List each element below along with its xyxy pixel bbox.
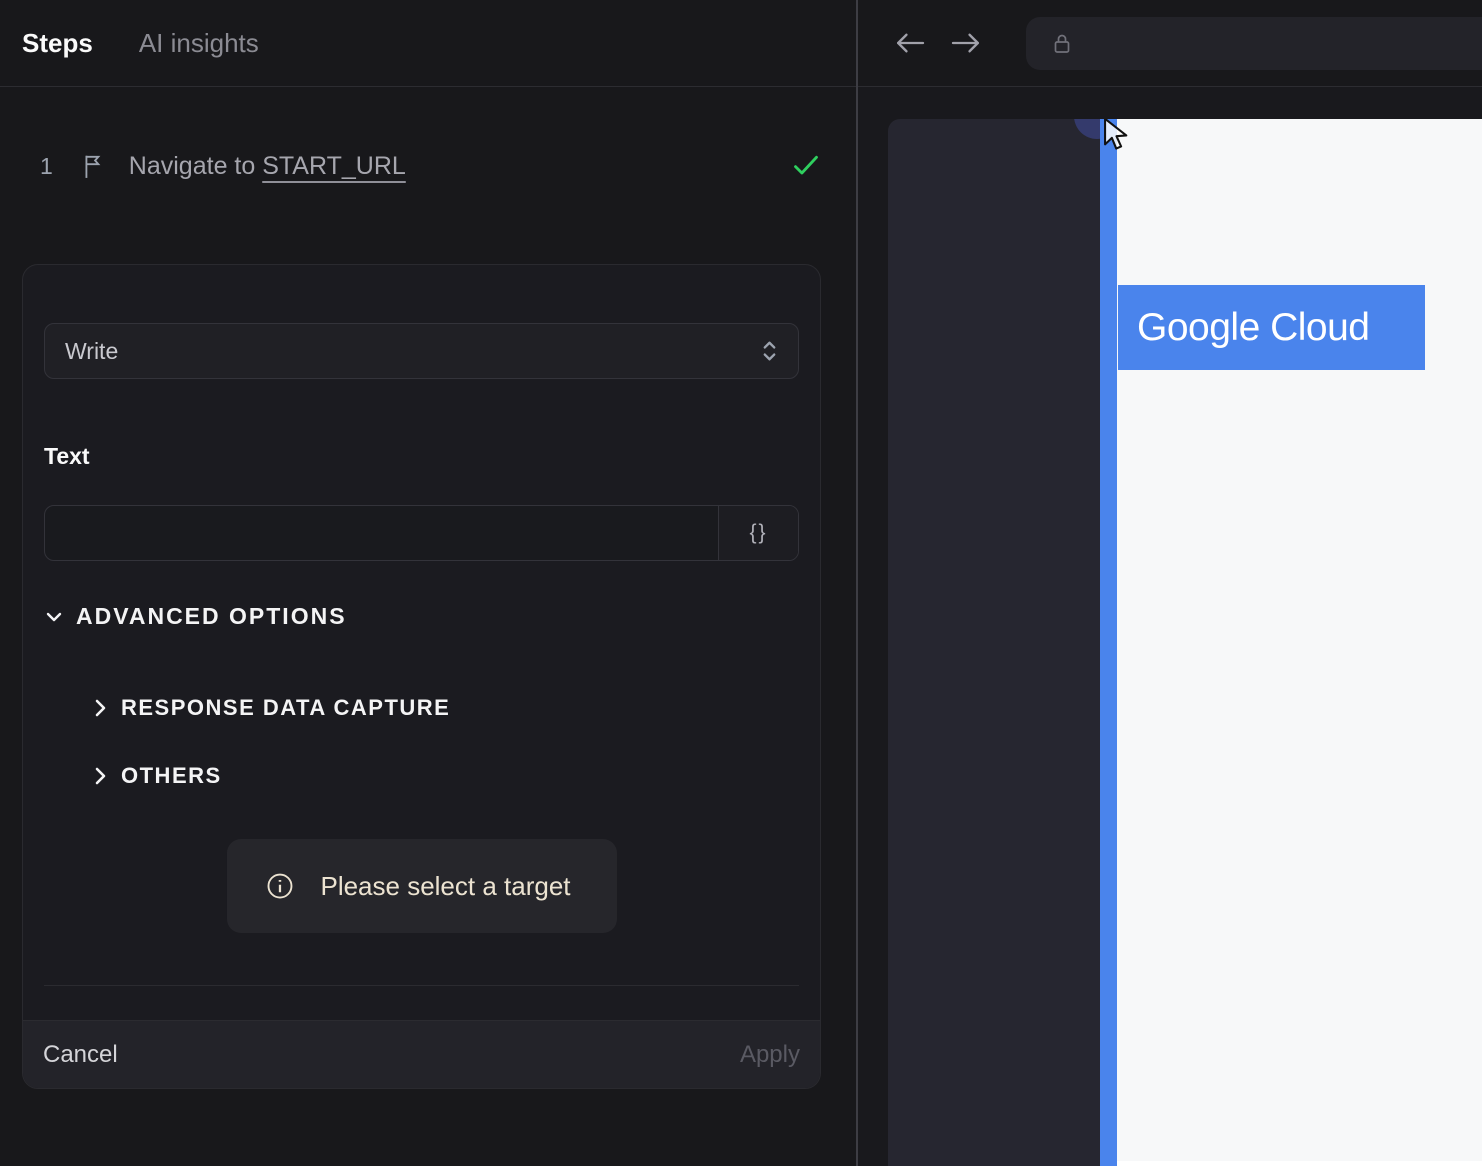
cancel-button[interactable]: Cancel [43,1041,118,1069]
apply-button[interactable]: Apply [740,1041,800,1069]
chevron-right-icon [91,765,109,787]
left-topbar: Steps AI insights [0,0,856,87]
cursor-pointer-icon [1101,119,1131,156]
text-field-label: Text [44,443,90,469]
step-title-prefix: Navigate to [128,151,263,180]
braces-icon: {} [749,521,768,544]
google-cloud-logo-text: Google Cloud [1137,305,1370,349]
back-button[interactable] [894,30,926,56]
lock-icon [1050,29,1074,59]
step-item-1[interactable]: 1 Navigate to START_URL [40,146,820,186]
text-input-row: {} [44,505,799,561]
highlight-stripe [1100,119,1117,1166]
others-label: OTHERS [121,763,222,788]
advanced-options-label: ADVANCED OPTIONS [76,603,347,629]
step-title: Navigate to START_URL [129,152,406,181]
steps-panel: Steps AI insights 1 Navigate to START_UR… [0,0,856,1166]
tab-steps[interactable]: Steps [22,28,93,59]
forward-button[interactable] [950,30,982,56]
chevron-down-icon [44,607,64,627]
advanced-options-toggle[interactable]: ADVANCED OPTIONS [44,603,347,630]
url-bar[interactable] [1026,17,1482,70]
response-data-capture-label: RESPONSE DATA CAPTURE [121,695,451,720]
flag-icon [81,151,107,181]
step-number: 1 [40,152,53,179]
chevron-right-icon [91,697,109,719]
footer-divider [44,985,799,986]
browser-toolbar [858,0,1482,87]
back-arrow-icon [894,30,926,56]
others-toggle[interactable]: OTHERS [91,763,222,789]
page-content-area [1117,119,1482,1166]
action-type-select[interactable]: Write [44,323,799,379]
forward-arrow-icon [950,30,982,56]
response-data-capture-toggle[interactable]: RESPONSE DATA CAPTURE [91,695,450,721]
action-type-value: Write [65,337,119,364]
select-caret-icon [761,338,778,364]
page-viewport[interactable]: Google Cloud [888,119,1482,1166]
tab-ai-insights[interactable]: AI insights [139,28,259,59]
insert-variable-button[interactable]: {} [718,506,798,560]
google-cloud-logo-highlight[interactable]: Google Cloud [1118,285,1425,370]
editor-footer: Cancel Apply [23,1020,820,1088]
select-target-notice: Please select a target [226,839,617,933]
page-bottom-edge [1117,1161,1482,1166]
text-input[interactable] [45,506,718,560]
info-icon [264,871,294,901]
check-icon [792,153,820,179]
browser-preview-panel: Google Cloud [858,0,1482,1166]
step-start-url-link[interactable]: START_URL [262,152,406,180]
select-target-notice-text: Please select a target [320,870,571,901]
step-editor-card: Write Text {} ADVANCED OPTIONS RESPONSE … [22,264,821,1089]
